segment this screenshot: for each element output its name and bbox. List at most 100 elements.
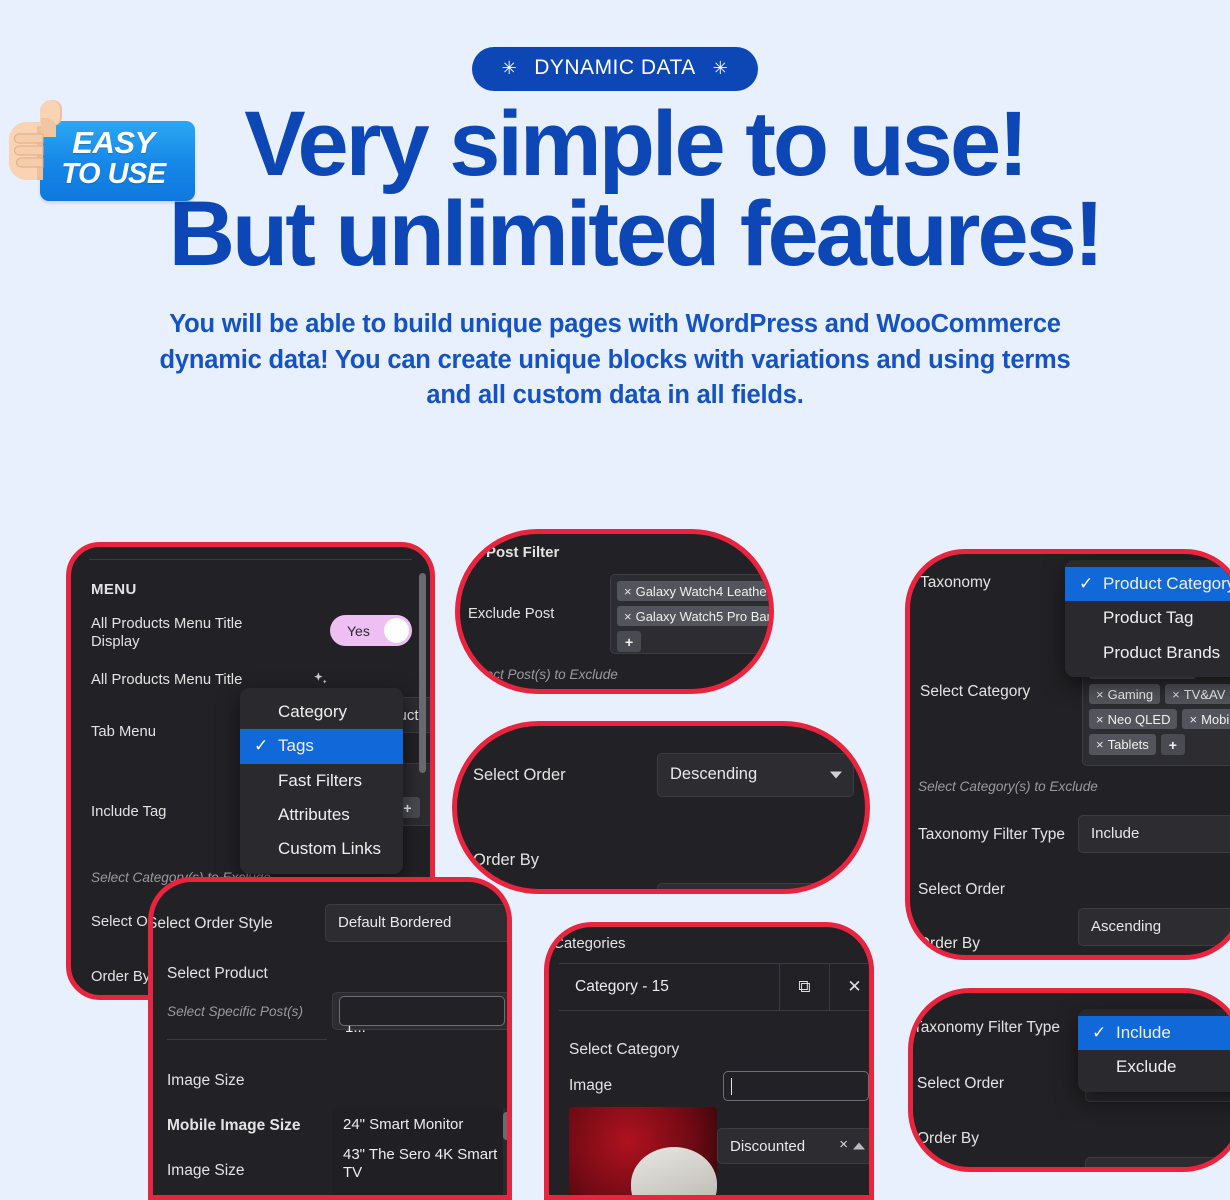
token-label: Neo QLED: [1107, 711, 1171, 727]
token-label: Mobile: [1201, 711, 1230, 727]
add-category-button[interactable]: +: [1160, 734, 1185, 755]
headline-line-1: Very simple to use!: [244, 93, 1029, 195]
menu-card-scrollbar[interactable]: [419, 573, 426, 773]
filter-type-order-by-label: Order By: [917, 1130, 980, 1147]
token-remove-icon[interactable]: ×: [1096, 737, 1104, 752]
categories-section-title: Categories: [553, 935, 626, 952]
product-list-scrollbar[interactable]: [503, 1112, 507, 1140]
dynamic-data-pill-label: DYNAMIC DATA: [534, 56, 696, 79]
filter-type-order-by-dropdown[interactable]: Post ID: [1085, 1157, 1230, 1167]
category-combobox[interactable]: Discounted ×: [717, 1128, 869, 1164]
token-remove-icon[interactable]: ×: [624, 609, 632, 624]
clear-selection-icon[interactable]: ×: [839, 1136, 848, 1153]
product-option-0[interactable]: 24" Smart Monitor: [332, 1108, 507, 1140]
duplicate-icon[interactable]: ⧉: [779, 964, 829, 1010]
chevron-up-icon[interactable]: [853, 1142, 865, 1150]
menu-row-label-include-tag: Include Tag: [91, 804, 167, 820]
post-filter-section-title: Post Filter: [486, 544, 560, 561]
product-left-row-mobile-image-size: Mobile Image Size: [167, 1117, 301, 1134]
hero-subtitle: You will be able to build unique pages w…: [159, 310, 1071, 409]
headline-block: EASY TO USE Very simple to use! But unli…: [0, 98, 1230, 286]
product-left-row-image-size-1: Image Size: [167, 1072, 245, 1089]
dropdown-item-custom-links[interactable]: Custom Links: [240, 832, 403, 866]
close-icon[interactable]: ✕: [829, 964, 869, 1010]
sparkle-right-icon: ✳: [712, 58, 729, 78]
product-option-1[interactable]: 43" The Sero 4K Smart TV: [332, 1140, 507, 1188]
category-token-mobile[interactable]: × Mobile: [1182, 709, 1230, 729]
exclude-post-token-box[interactable]: × Galaxy Watch4 Leather × Galaxy Watch5 Pr…: [610, 574, 774, 654]
order-card-label-select-order: Select Order: [473, 766, 566, 784]
category-token-tvav[interactable]: × TV&AV: [1165, 684, 1230, 704]
category-search-input[interactable]: [723, 1071, 869, 1101]
taxonomy-filter-type-label: Taxonomy Filter Type: [918, 826, 1066, 843]
token-remove-icon[interactable]: ×: [1189, 712, 1197, 727]
category-block-card: Categories Category - 15 ⧉ ✕ Select Cate…: [544, 922, 874, 1200]
order-style-value: Default Bordered: [338, 914, 452, 931]
add-exclude-post-button[interactable]: +: [617, 631, 642, 652]
dropdown-item-exclude[interactable]: Exclude: [1078, 1050, 1230, 1084]
filter-type-select-order-label: Select Order: [917, 1075, 1005, 1092]
category-selected-value: Discounted: [730, 1138, 806, 1155]
menu-section-title: MENU: [91, 581, 137, 598]
taxonomy-settings-card: Taxonomy Select Category ×Smart Monitor …: [905, 549, 1230, 960]
dropdown-item-fast-filters[interactable]: Fast Filters: [240, 764, 403, 798]
select-category-label: Select Category: [920, 683, 1031, 700]
category-token-tablets[interactable]: × Tablets: [1089, 734, 1156, 755]
taxonomy-dropdown[interactable]: Product Category Product Tag Product Bra…: [1065, 560, 1230, 678]
exclude-post-label: Exclude Post: [468, 606, 555, 622]
dropdown-item-category[interactable]: Category: [240, 695, 403, 729]
all-products-title-display-toggle[interactable]: Yes: [330, 615, 412, 646]
token-remove-icon[interactable]: ×: [1096, 687, 1104, 702]
taxonomy-select-order-value: Ascending: [1091, 918, 1162, 935]
token-label: Galaxy Watch4 Leather: [635, 583, 771, 599]
menu-row-label-title-display: All Products Menu Title Display: [91, 616, 243, 651]
category-token-neo-qled[interactable]: × Neo QLED: [1089, 709, 1178, 729]
select-product-label: Select Product: [167, 965, 268, 982]
taxonomy-filter-type-dropdown[interactable]: Include: [1078, 815, 1230, 853]
dropdown-item-attributes[interactable]: Attributes: [240, 798, 403, 832]
token-remove-icon[interactable]: ×: [624, 584, 632, 599]
dynamic-data-sparkle-icon[interactable]: [312, 671, 329, 688]
menu-row-label-all-products-title: All Products Menu Title: [91, 672, 243, 688]
sparkle-left-icon: ✳: [501, 58, 518, 78]
product-option-2[interactable]: 65" UHD 4K Smart TV: [332, 1188, 507, 1195]
include-exclude-dropdown[interactable]: Include Exclude: [1078, 1009, 1230, 1092]
token-label: Galaxy Watch5 Pro Band (S: [635, 608, 774, 624]
token-remove-icon[interactable]: ×: [1096, 712, 1104, 727]
toggle-knob: [384, 618, 409, 643]
menu-row-label-tab-menu: Tab Menu: [91, 724, 156, 740]
category-block-header: Category - 15 ⧉ ✕: [559, 963, 869, 1011]
dropdown-item-product-brands[interactable]: Product Brands: [1065, 636, 1230, 670]
token-label: Tablets: [1107, 736, 1149, 752]
taxonomy-order-by-label: Order By: [918, 935, 981, 952]
exclude-post-token-2[interactable]: ×Galaxy Watch5 Pro Band (S: [617, 606, 774, 626]
dropdown-item-tags[interactable]: Tags: [240, 729, 403, 764]
product-search-input[interactable]: [339, 996, 505, 1026]
token-label: Gaming: [1107, 686, 1154, 702]
dropdown-item-product-category[interactable]: Product Category: [1065, 567, 1230, 602]
order-by-dropdown[interactable]: Post ID: [657, 883, 854, 889]
exclude-post-token-1[interactable]: × Galaxy Watch4 Leather: [617, 581, 771, 601]
product-options-list[interactable]: 24" Smart Monitor 43" The Sero 4K Smart …: [332, 1108, 507, 1195]
taxonomy-select-order-label: Select Order: [918, 881, 1006, 898]
taxonomy-filter-type-value: Include: [1091, 825, 1140, 842]
chevron-down-icon: [830, 771, 842, 779]
order-style-dropdown[interactable]: Default Bordered: [325, 904, 507, 942]
text-cursor: [731, 1078, 732, 1095]
headline-line-2: But unlimited features!: [168, 183, 1105, 286]
category-token-gaming[interactable]: × Gaming: [1089, 684, 1161, 704]
token-remove-icon[interactable]: ×: [1172, 687, 1180, 702]
select-order-dropdown[interactable]: Descending: [657, 753, 854, 797]
select-order-value: Descending: [670, 765, 758, 783]
taxonomy-label: Taxonomy: [920, 574, 991, 591]
dropdown-item-product-tag[interactable]: Product Tag: [1065, 601, 1230, 635]
post-filter-card: Post Filter Exclude Post × Galaxy Watch4 …: [455, 529, 774, 694]
select-product-card: Select Order Style Default Bordered Sele…: [148, 877, 512, 1200]
dropdown-item-include[interactable]: Include: [1078, 1016, 1230, 1051]
taxonomy-select-order-dropdown[interactable]: Ascending: [1078, 908, 1230, 946]
menu-row-label-order-by: Order By: [91, 969, 151, 985]
select-product-hint: Select Specific Post(s): [167, 1004, 303, 1019]
tab-menu-dropdown[interactable]: Category Tags Fast Filters Attributes Cu…: [240, 688, 403, 874]
filter-type-label: Taxonomy Filter Type: [913, 1019, 1061, 1036]
taxonomy-filter-type-card: Taxonomy Filter Type Select Order Ascend…: [908, 988, 1230, 1172]
